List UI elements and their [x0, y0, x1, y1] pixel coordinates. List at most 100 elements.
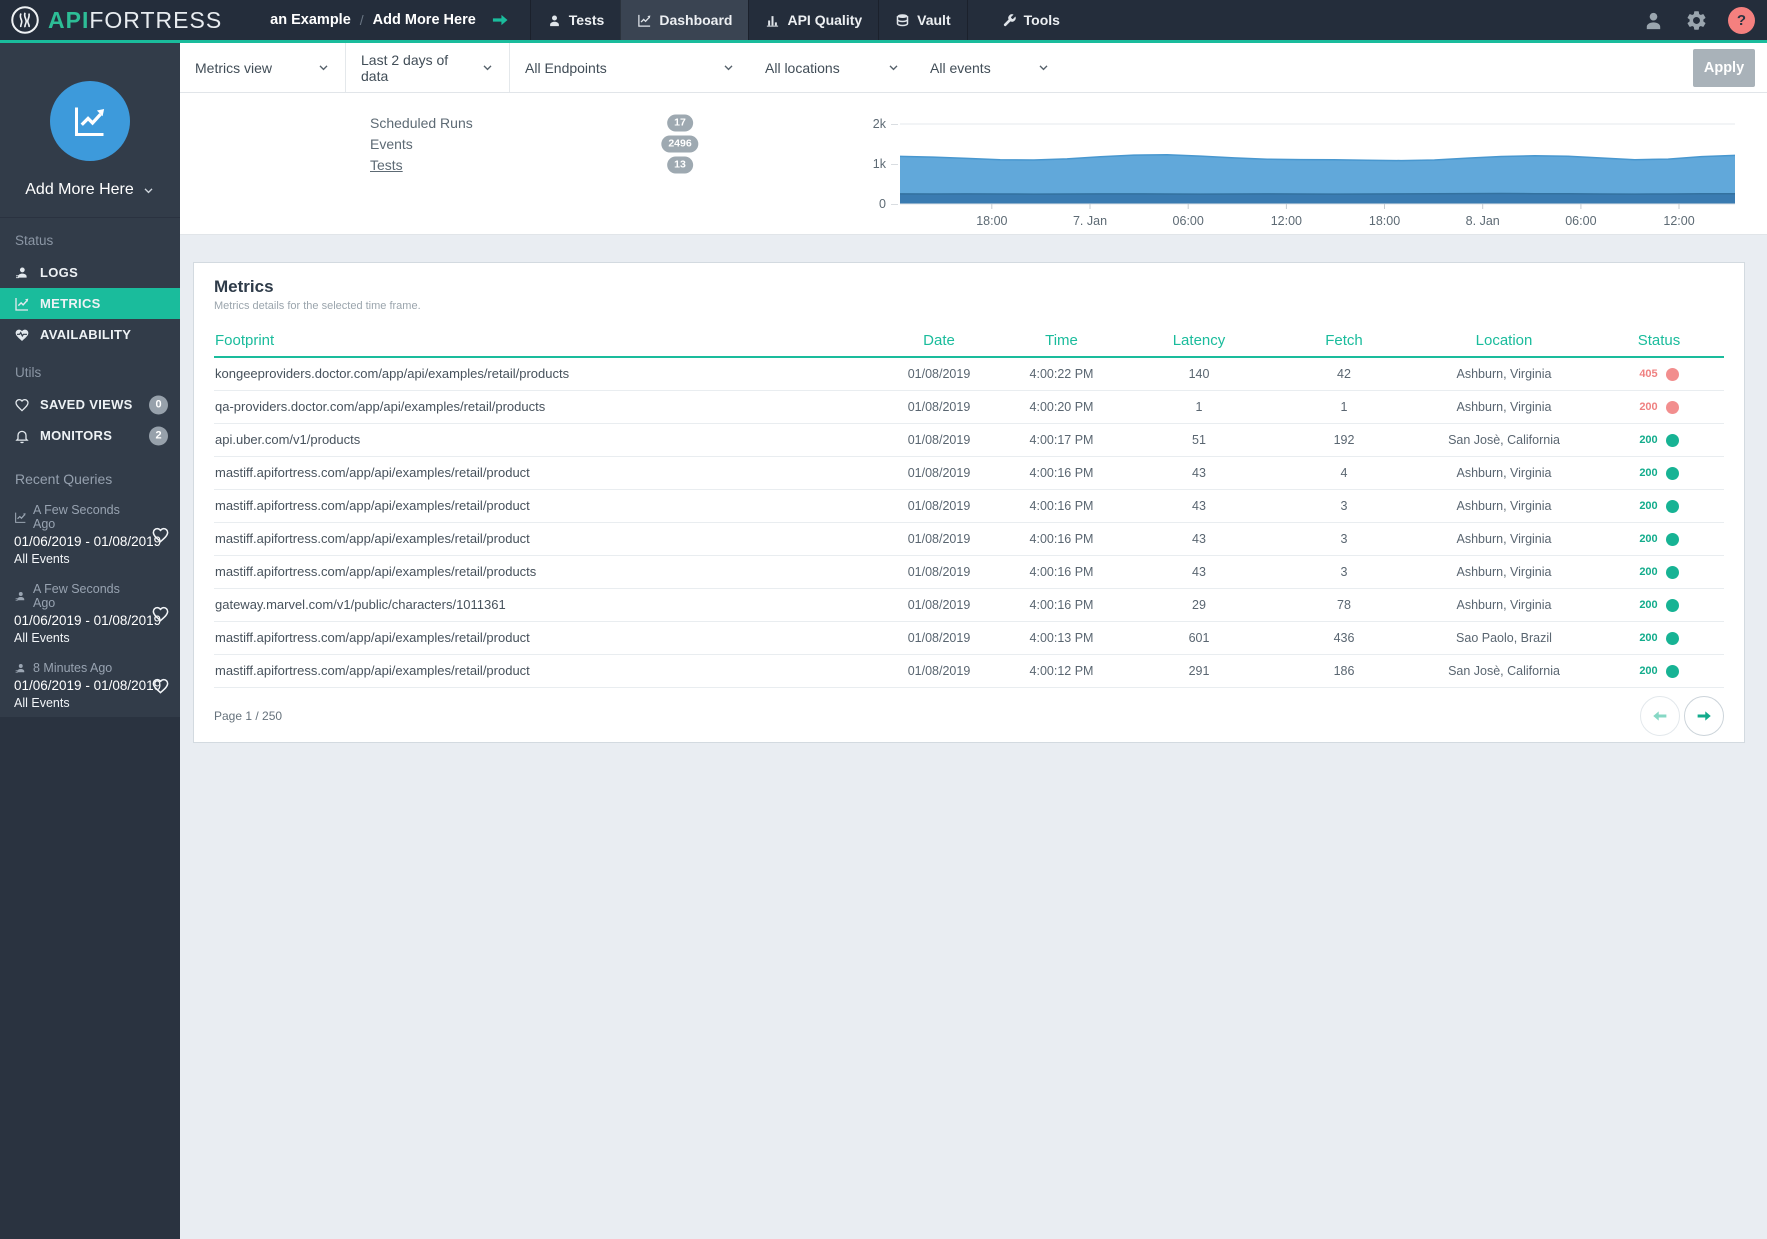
chart-line-icon	[637, 13, 652, 28]
events-select[interactable]: All events	[915, 43, 1065, 92]
metrics-table-row[interactable]: mastiff.apifortress.com/app/api/examples…	[214, 555, 1724, 588]
favorite-heart-icon[interactable]	[151, 676, 170, 695]
metrics-table-row[interactable]: qa-providers.doctor.com/app/api/examples…	[214, 390, 1724, 423]
recent-query-item[interactable]: A Few Seconds Ago01/06/2019 - 01/08/2019…	[0, 495, 180, 574]
sidebar-profile: Add More Here	[0, 43, 180, 218]
endpoints-select[interactable]: All Endpoints	[510, 43, 750, 92]
recent-query-item[interactable]: A Few Seconds Ago 01/06/2019 - 01/08/2019…	[0, 574, 180, 653]
tab-vault[interactable]: Vault	[878, 0, 967, 40]
tab-api-quality[interactable]: API Quality	[748, 0, 878, 40]
metrics-table-row[interactable]: kongeeproviders.doctor.com/app/api/examp…	[214, 357, 1724, 390]
project-avatar[interactable]	[50, 81, 130, 161]
status-badge: 200	[1639, 665, 1678, 678]
sidebar-item-label: LOGS	[40, 265, 78, 280]
gear-icon[interactable]	[1685, 9, 1708, 32]
status-badge: 405	[1639, 368, 1678, 381]
footprint-cell: gateway.marvel.com/v1/public/characters/…	[214, 588, 879, 621]
column-header-footprint[interactable]: Footprint	[214, 324, 879, 357]
status-badge: 200	[1639, 533, 1678, 546]
status-cell: 200	[1594, 588, 1724, 621]
metrics-table-row[interactable]: mastiff.apifortress.com/app/api/examples…	[214, 621, 1724, 654]
status-cell: 405	[1594, 357, 1724, 390]
sidebar-item-saved-views[interactable]: SAVED VIEWS0	[0, 389, 180, 420]
chevron-down-icon	[722, 61, 735, 74]
column-header-status[interactable]: Status	[1594, 324, 1724, 357]
footprint-cell: mastiff.apifortress.com/app/api/examples…	[214, 522, 879, 555]
column-header-time[interactable]: Time	[999, 324, 1124, 357]
help-button[interactable]: ?	[1728, 7, 1755, 34]
status-dot	[1666, 599, 1679, 612]
column-header-latency[interactable]: Latency	[1124, 324, 1274, 357]
latency-cell: 291	[1124, 654, 1274, 687]
latency-cell: 140	[1124, 357, 1274, 390]
wrench-icon	[1002, 13, 1017, 28]
favorite-heart-icon[interactable]	[151, 525, 170, 544]
previous-page-button[interactable]	[1640, 696, 1680, 736]
fetch-cell: 3	[1274, 522, 1414, 555]
fetch-cell: 42	[1274, 357, 1414, 390]
favorite-heart-icon[interactable]	[151, 604, 170, 623]
apply-button[interactable]: Apply	[1693, 49, 1755, 87]
metrics-table-row[interactable]: mastiff.apifortress.com/app/api/examples…	[214, 489, 1724, 522]
tab-dashboard[interactable]: Dashboard	[620, 0, 748, 40]
metrics-table-row[interactable]: gateway.marvel.com/v1/public/characters/…	[214, 588, 1724, 621]
column-header-location[interactable]: Location	[1414, 324, 1594, 357]
column-header-fetch[interactable]: Fetch	[1274, 324, 1414, 357]
date-cell: 01/08/2019	[879, 489, 999, 522]
metrics-table-row[interactable]: mastiff.apifortress.com/app/api/examples…	[214, 654, 1724, 687]
metrics-table-row[interactable]: mastiff.apifortress.com/app/api/examples…	[214, 522, 1724, 555]
sidebar-section-label: Status	[0, 218, 180, 257]
locations-select[interactable]: All locations	[750, 43, 915, 92]
sidebar-item-monitors[interactable]: MONITORS2	[0, 420, 180, 451]
query-scope: All Events	[14, 631, 144, 645]
status-cell: 200	[1594, 522, 1724, 555]
status-cell: 200	[1594, 423, 1724, 456]
time-range-select[interactable]: Last 2 days of data	[345, 43, 510, 92]
arrow-right-icon	[1695, 707, 1713, 725]
table-body: kongeeproviders.doctor.com/app/api/examp…	[214, 357, 1724, 687]
summary-label: Events	[370, 136, 413, 152]
project-selector[interactable]: Add More Here	[0, 181, 180, 199]
sidebar-item-availability[interactable]: AVAILABILITY	[0, 319, 180, 350]
time-cell: 4:00:16 PM	[999, 555, 1124, 588]
breadcrumb-project[interactable]: an Example	[270, 12, 351, 28]
query-ago: A Few Seconds Ago	[14, 582, 144, 610]
tab-label: Tools	[1024, 12, 1060, 28]
tab-tests[interactable]: Tests	[530, 0, 621, 40]
metrics-table-row[interactable]: api.uber.com/v1/products01/08/20194:00:1…	[214, 423, 1724, 456]
sidebar-item-logs[interactable]: LOGS	[0, 257, 180, 288]
chart-line-icon	[72, 103, 108, 139]
fetch-cell: 192	[1274, 423, 1414, 456]
breadcrumb-section[interactable]: Add More Here	[373, 12, 476, 28]
query-date-range: 01/06/2019 - 01/08/2019	[14, 613, 144, 628]
apifortress-logo[interactable]: APIFORTRESS	[10, 0, 222, 40]
status-dot	[1666, 434, 1679, 447]
breadcrumb-arrow-right-icon[interactable]	[490, 10, 510, 30]
bell-icon	[14, 428, 30, 444]
footprint-cell: mastiff.apifortress.com/app/api/examples…	[214, 621, 879, 654]
summary-label[interactable]: Tests	[370, 157, 403, 173]
status-badge: 200	[1639, 434, 1678, 447]
chevron-down-icon	[1037, 61, 1050, 74]
user-icon	[547, 13, 562, 28]
metrics-table-row[interactable]: mastiff.apifortress.com/app/api/examples…	[214, 456, 1724, 489]
footprint-cell: qa-providers.doctor.com/app/api/examples…	[214, 390, 879, 423]
breadcrumb: an Example / Add More Here	[270, 0, 510, 40]
top-navbar: APIFORTRESS an Example / Add More Here T…	[0, 0, 1767, 43]
location-cell: Ashburn, Virginia	[1414, 456, 1594, 489]
footprint-cell: mastiff.apifortress.com/app/api/examples…	[214, 555, 879, 588]
column-header-date[interactable]: Date	[879, 324, 999, 357]
date-cell: 01/08/2019	[879, 654, 999, 687]
view-select[interactable]: Metrics view	[180, 43, 345, 92]
tab-tools[interactable]: Tools	[986, 0, 1076, 40]
sidebar-item-metrics[interactable]: METRICS	[0, 288, 180, 319]
next-page-button[interactable]	[1684, 696, 1724, 736]
apifortress-logo-icon	[10, 5, 40, 35]
recent-query-item[interactable]: 8 Minutes Ago01/06/2019 - 01/08/2019All …	[0, 653, 180, 717]
fetch-cell: 3	[1274, 489, 1414, 522]
date-cell: 01/08/2019	[879, 588, 999, 621]
breadcrumb-separator: /	[360, 12, 364, 28]
query-ago: 8 Minutes Ago	[14, 661, 144, 675]
user-account-icon[interactable]	[1642, 9, 1665, 32]
user-logs-icon	[14, 662, 27, 675]
